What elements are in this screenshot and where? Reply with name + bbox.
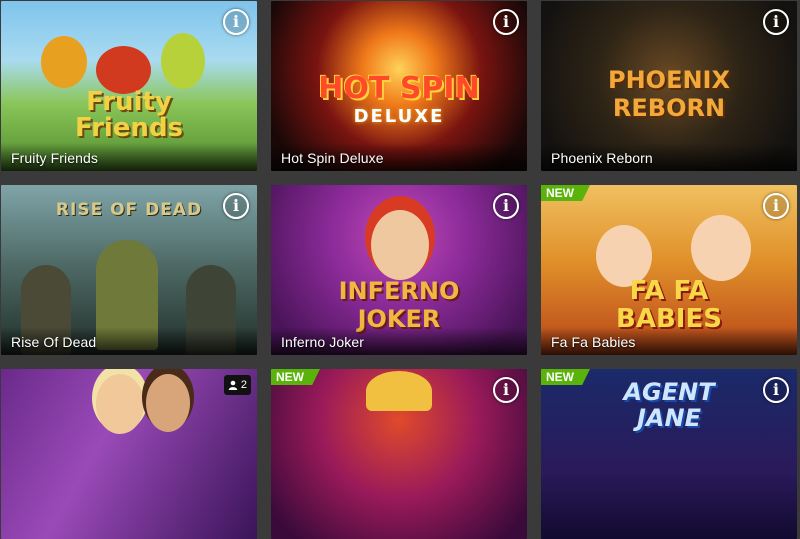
game-caption: Rise Of Dead xyxy=(1,327,257,355)
game-logo: Fruity Friends xyxy=(74,87,184,143)
game-tile-agent-jane[interactable]: AGENT JANE NEW i xyxy=(541,369,797,539)
game-caption: Phoenix Reborn xyxy=(541,143,797,171)
game-title: Phoenix Reborn xyxy=(551,150,653,166)
game-caption: Hot Spin Deluxe xyxy=(271,143,527,171)
info-icon[interactable]: i xyxy=(763,9,789,35)
game-tile-fruity-friends[interactable]: Fruity Friends Fruity Friends i xyxy=(1,1,257,171)
game-title: Rise Of Dead xyxy=(11,334,97,350)
game-logo: RISE OF DEAD xyxy=(55,200,203,220)
game-logo: PHOENIX REBORN xyxy=(608,66,730,122)
player-count-badge: 2 xyxy=(223,375,251,395)
game-title: Fa Fa Babies xyxy=(551,334,636,350)
new-badge: NEW xyxy=(541,185,590,201)
game-tile-inferno-joker[interactable]: INFERNO JOKER Inferno Joker i xyxy=(271,185,527,355)
info-icon[interactable]: i xyxy=(493,9,519,35)
game-logo: HOT SPIN DELUXE xyxy=(318,71,480,127)
joker-face xyxy=(371,210,429,280)
game-tile-phoenix-reborn[interactable]: PHOENIX REBORN Phoenix Reborn i xyxy=(541,1,797,171)
dealer-figure xyxy=(146,374,190,432)
game-caption: Inferno Joker xyxy=(271,327,527,355)
user-icon xyxy=(228,380,238,390)
game-title: Inferno Joker xyxy=(281,334,365,350)
baby-character xyxy=(691,215,751,281)
info-icon[interactable]: i xyxy=(763,193,789,219)
game-title: Hot Spin Deluxe xyxy=(281,150,384,166)
fruit-character xyxy=(161,33,205,89)
info-icon[interactable]: i xyxy=(493,193,519,219)
info-icon[interactable]: i xyxy=(493,377,519,403)
dealer-figure xyxy=(96,374,144,434)
game-tile-fa-fa-babies[interactable]: FA FA BABIES Fa Fa Babies NEW i xyxy=(541,185,797,355)
new-badge: NEW xyxy=(271,369,320,385)
game-logo: FA FA BABIES xyxy=(616,276,722,334)
game-grid: Fruity Friends Fruity Friends i HOT SPIN … xyxy=(0,0,800,539)
fruit-character xyxy=(41,36,87,88)
game-logo: AGENT JANE xyxy=(623,378,715,432)
info-icon[interactable]: i xyxy=(763,377,789,403)
game-tile-hot-spin-deluxe[interactable]: HOT SPIN DELUXE Hot Spin Deluxe i xyxy=(271,1,527,171)
info-icon[interactable]: i xyxy=(223,193,249,219)
game-tile-rise-of-dead[interactable]: RISE OF DEAD Rise Of Dead i xyxy=(1,185,257,355)
game-logo: INFERNO JOKER xyxy=(338,277,460,333)
game-caption: Fruity Friends xyxy=(1,143,257,171)
game-tile-joker[interactable]: NEW i xyxy=(271,369,527,539)
info-icon[interactable]: i xyxy=(223,9,249,35)
new-badge: NEW xyxy=(541,369,590,385)
player-count: 2 xyxy=(240,379,247,391)
game-caption: Fa Fa Babies xyxy=(541,327,797,355)
game-tile-live-casino[interactable]: 2 xyxy=(1,369,257,539)
joker-crown xyxy=(366,371,432,411)
game-title: Fruity Friends xyxy=(11,150,98,166)
